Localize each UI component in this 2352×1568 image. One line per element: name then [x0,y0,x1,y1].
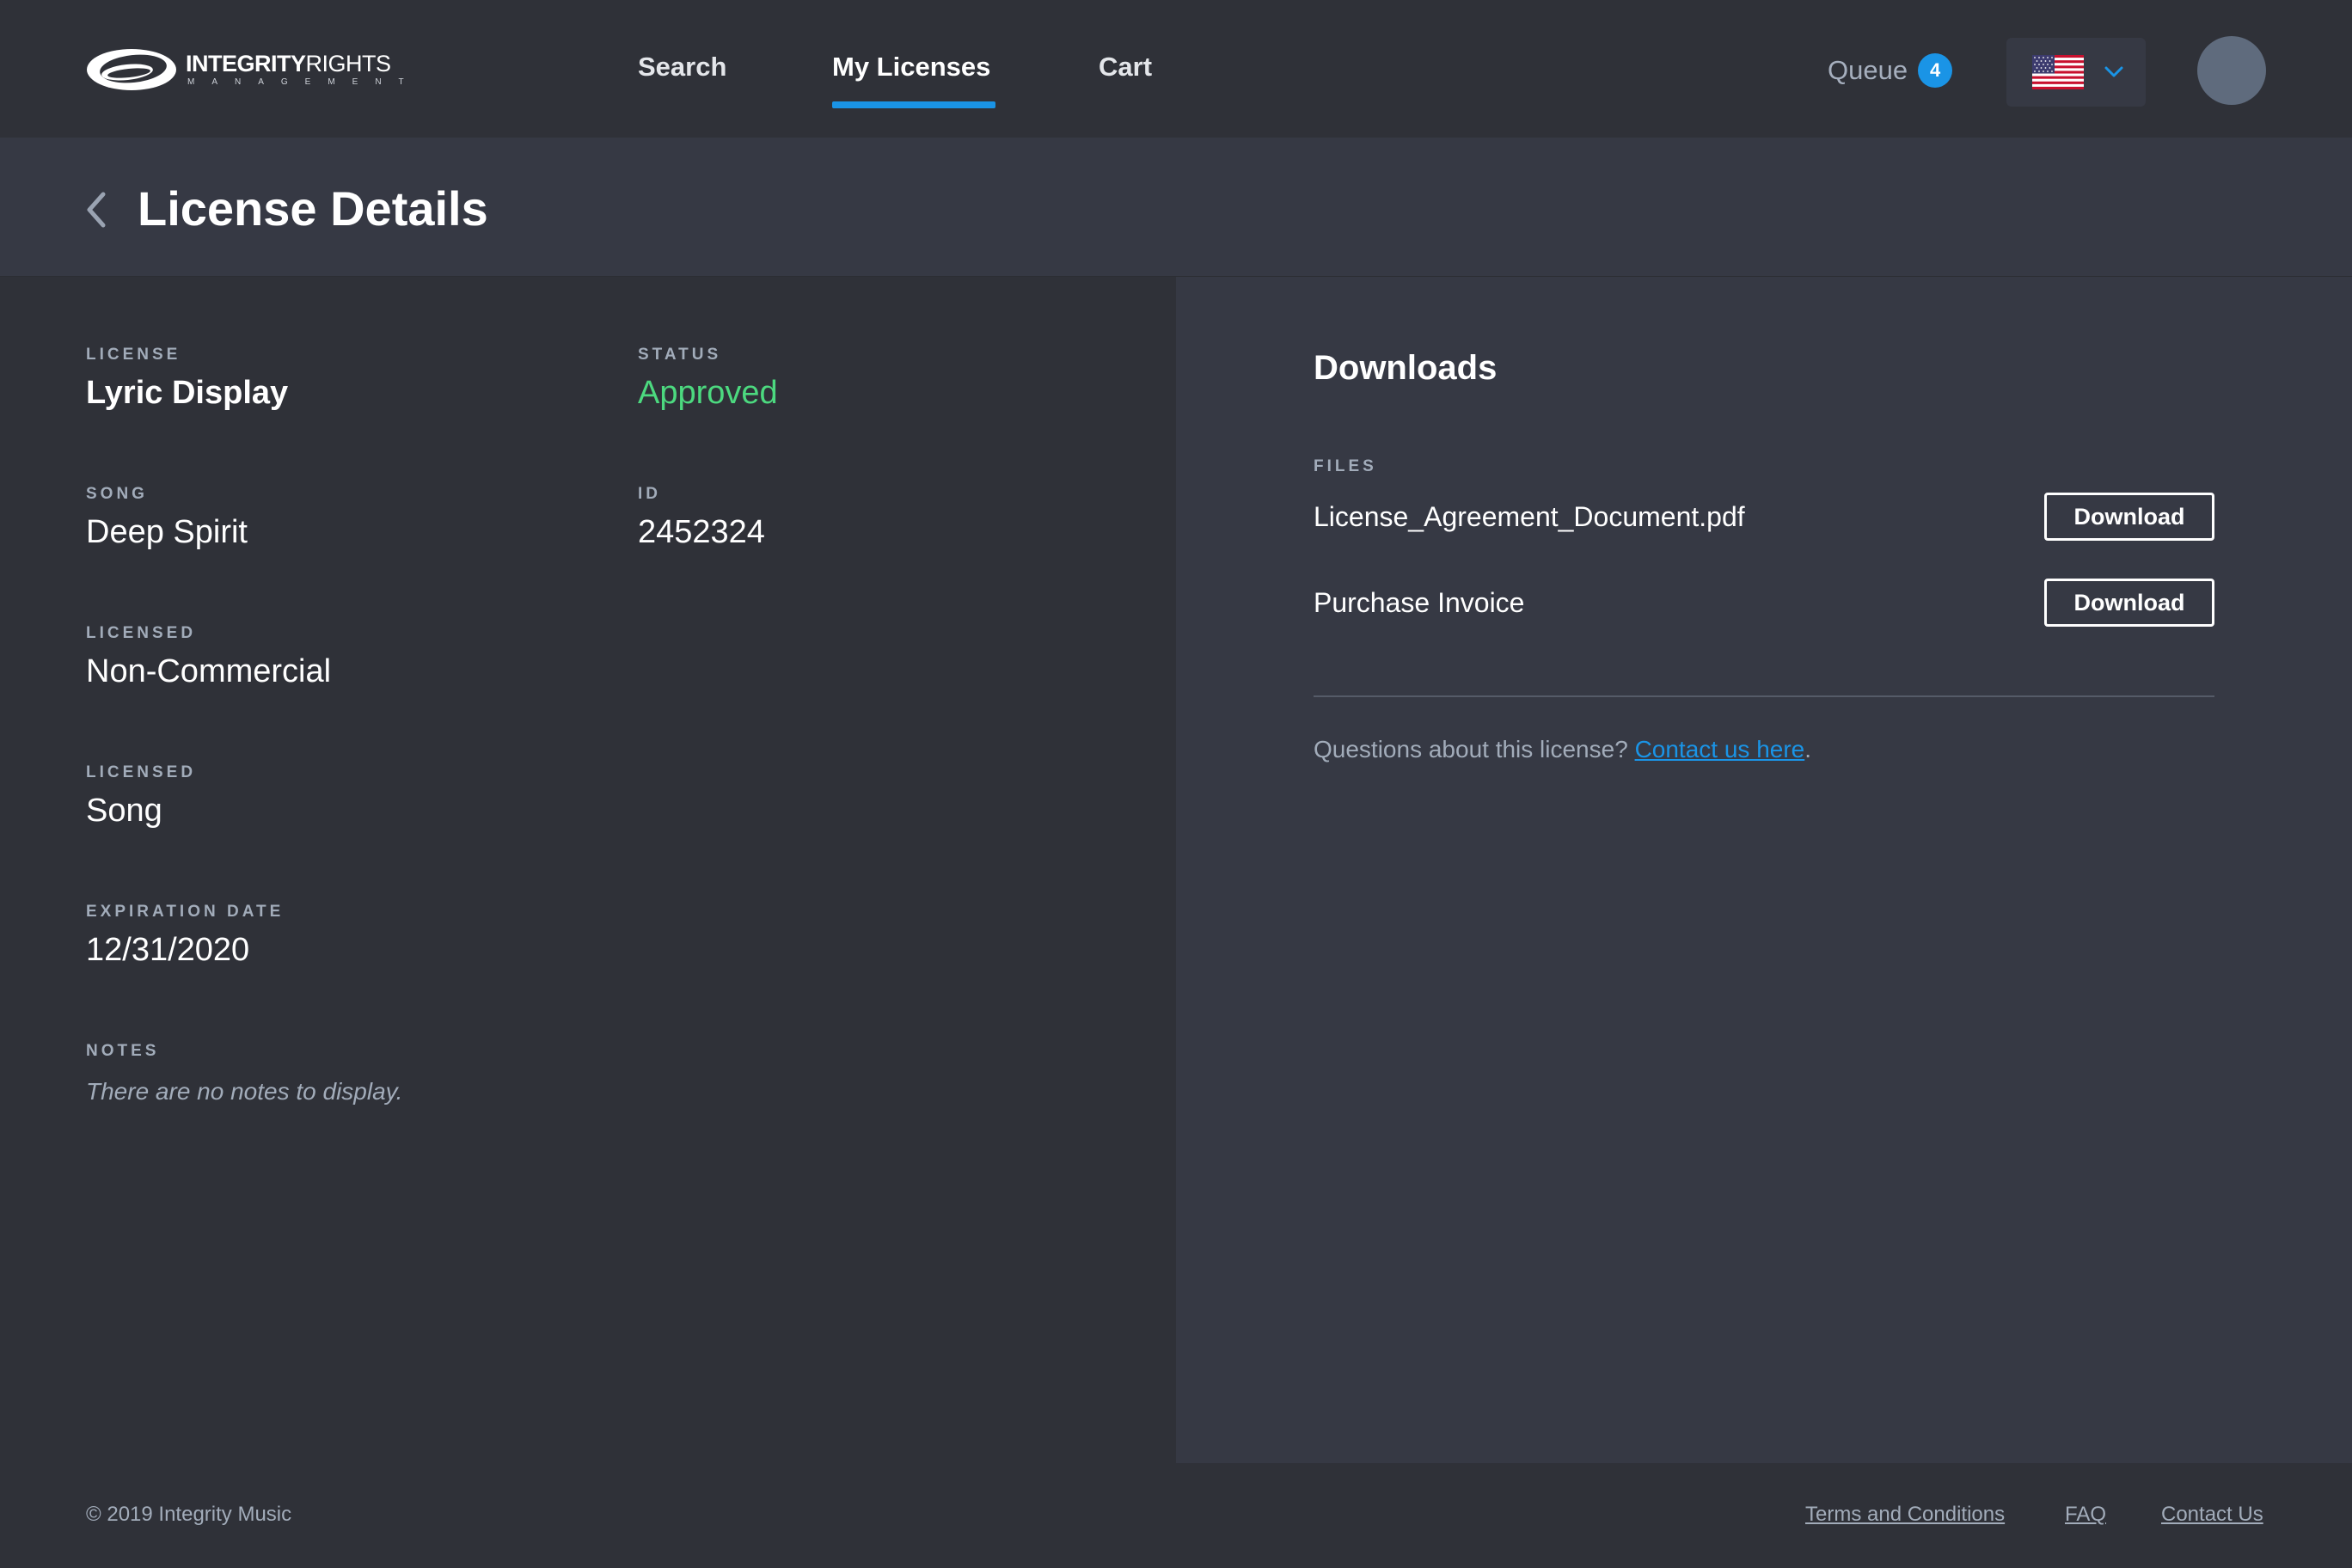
questions-end: . [1804,736,1812,763]
field-song: SONG Deep Spirit [86,485,248,551]
field-expiration-date: EXPIRATION DATE 12/31/2020 [86,903,284,969]
user-avatar[interactable] [2197,36,2266,105]
contact-us-link[interactable]: Contact us here [1635,736,1805,763]
language-selector[interactable] [2006,38,2146,107]
field-label: LICENSED [86,624,197,642]
field-status: STATUS Approved [638,346,778,412]
download-button[interactable]: Download [2044,493,2214,541]
field-license: LICENSE Lyric Display [86,346,288,412]
footer: © 2019 Integrity Music Terms and Conditi… [0,1463,2352,1568]
copyright-text: © 2019 Integrity Music [86,1503,292,1526]
license-questions-text: Questions about this license? Contact us… [1314,736,1811,763]
nav-search[interactable]: Search [638,52,726,83]
chevron-down-icon [2104,66,2123,77]
queue-label: Queue [1828,55,1908,85]
logo-wordmark: INTEGRITYRIGHTS MANAGEMENT [186,52,421,87]
download-button[interactable]: Download [2044,579,2214,627]
field-label: STATUS [638,346,722,364]
us-flag-icon [2032,55,2084,89]
page-title: License Details [138,181,488,236]
questions-prompt: Questions about this license? [1314,736,1635,763]
file-row: Purchase Invoice Download [1314,579,2214,627]
top-navigation-bar: INTEGRITYRIGHTS MANAGEMENT Search My Lic… [0,0,2352,138]
field-licensed-type: LICENSED Song [86,763,196,830]
files-label: FILES [1314,457,1377,475]
song-value: Deep Spirit [86,514,248,550]
file-name: Purchase Invoice [1314,586,1525,618]
faq-link[interactable]: FAQ [2065,1503,2106,1527]
logo-subtitle: MANAGEMENT [187,77,421,87]
field-label: NOTES [86,1042,160,1060]
field-label: ID [638,485,661,503]
license-id-value: 2452324 [638,514,765,550]
contact-link[interactable]: Contact Us [2161,1503,2263,1527]
terms-link[interactable]: Terms and Conditions [1805,1503,2005,1527]
nav-my-licenses[interactable]: My Licenses [832,52,990,83]
downloads-panel: Downloads FILES License_Agreement_Docume… [1176,277,2352,1463]
field-label: LICENSE [86,346,181,364]
file-name: License_Agreement_Document.pdf [1314,500,1745,532]
notes-value: There are no notes to display. [86,1078,403,1105]
file-row: License_Agreement_Document.pdf Download [1314,493,2214,541]
field-licensed-use: LICENSED Non-Commercial [86,624,331,690]
licensed-type-value: Song [86,793,162,829]
field-notes: NOTES There are no notes to display. [86,1042,402,1106]
queue-button[interactable]: Queue 4 [1828,53,1953,88]
downloads-title: Downloads [1314,349,1498,387]
queue-count-badge: 4 [1918,53,1953,88]
divider [1314,695,2214,697]
status-value: Approved [638,375,778,411]
license-type-value: Lyric Display [86,375,289,411]
field-label: LICENSED [86,763,197,781]
licensed-use-value: Non-Commercial [86,653,332,689]
expiration-date-value: 12/31/2020 [86,932,250,968]
logo-ring-icon [87,49,176,90]
back-chevron-icon[interactable] [83,189,108,230]
active-nav-indicator [832,101,995,108]
field-label: EXPIRATION DATE [86,903,285,921]
integrity-rights-logo[interactable]: INTEGRITYRIGHTS MANAGEMENT [84,46,421,93]
logo-word-regular: RIGHTS [305,51,392,77]
nav-cart[interactable]: Cart [1099,52,1152,83]
field-label: SONG [86,485,148,503]
license-details-panel: LICENSE Lyric Display STATUS Approved SO… [0,277,1176,1463]
logo-word-bold: INTEGRITY [186,51,306,77]
field-id: ID 2452324 [638,485,765,551]
